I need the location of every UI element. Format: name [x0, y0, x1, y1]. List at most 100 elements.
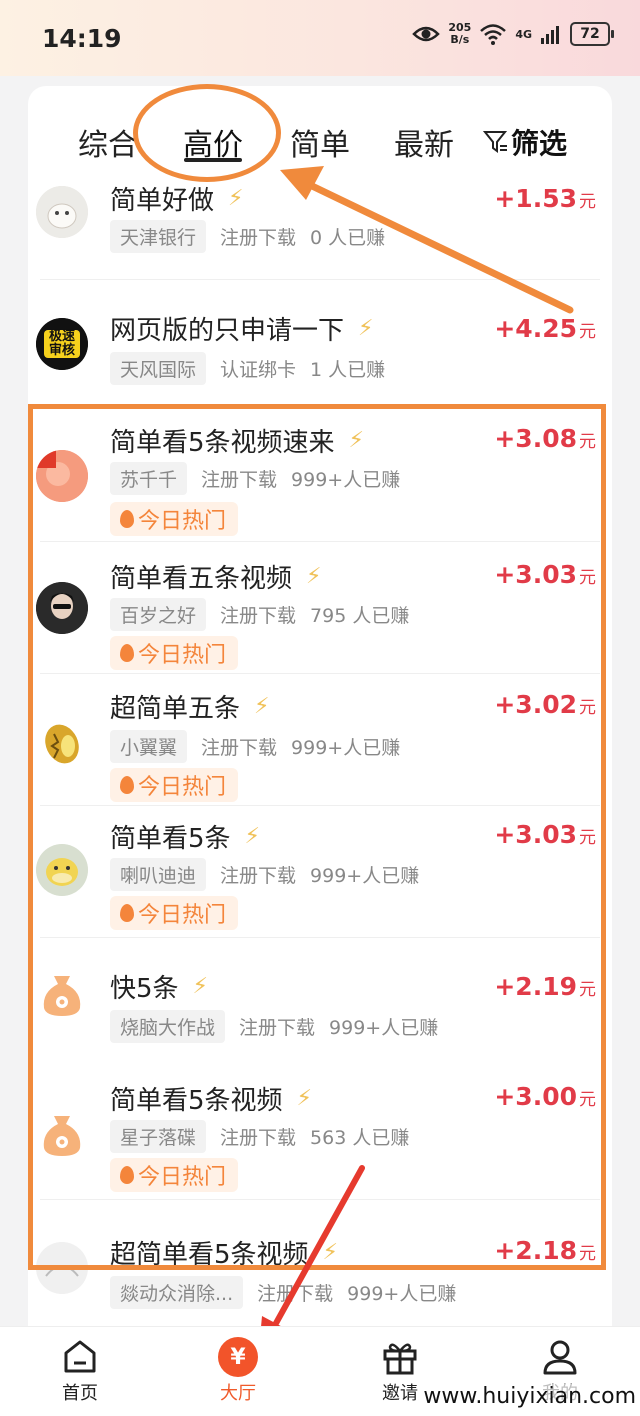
- money-bag-icon: [36, 968, 88, 1020]
- earned-count: 999+人已赚: [291, 737, 401, 759]
- hot-badge: 今日热门: [110, 502, 239, 536]
- tab-bar: 综合 高价 简单 最新 筛选: [28, 86, 612, 176]
- filter-icon: [483, 131, 508, 153]
- sponsor-tag: 星子落碟: [110, 1120, 207, 1153]
- task-price: +4.25 元: [494, 314, 596, 343]
- lightning-icon: ⚡: [228, 186, 244, 211]
- task-item[interactable]: 简单看5条 ⚡ +3.03 元 喇叭迪迪 注册下载 999+人已赚 今日热门: [28, 806, 612, 938]
- task-type: 注册下载: [220, 1127, 297, 1149]
- task-title: 简单看五条视频: [110, 564, 293, 594]
- sponsor-tag: 百岁之好: [110, 598, 207, 631]
- lightning-icon: ⚡: [306, 564, 322, 589]
- sponsor-tag: 烧脑大作战: [110, 1010, 226, 1043]
- earned-count: 1 人已赚: [310, 359, 386, 381]
- status-time: 14:19: [42, 24, 122, 53]
- earned-count: 563 人已赚: [310, 1127, 410, 1149]
- battery-icon: 72: [570, 22, 614, 46]
- nav-hall-label: 大厅: [220, 1383, 256, 1404]
- task-item[interactable]: 极速审核 网页版的只申请一下 ⚡ +4.25 元 天风国际 认证绑卡 1 人已赚: [28, 280, 612, 402]
- avatar: [36, 716, 88, 768]
- task-title: 简单好做: [110, 186, 215, 216]
- task-price: +3.00 元: [494, 1082, 596, 1111]
- active-tab-indicator: [184, 158, 242, 162]
- avatar: [36, 844, 88, 896]
- nav-hall[interactable]: ¥ 大厅: [198, 1337, 278, 1405]
- task-title: 网页版的只申请一下: [110, 316, 345, 346]
- task-item[interactable]: 快5条 ⚡ +2.19 元 烧脑大作战 注册下载 999+人已赚: [28, 938, 612, 1048]
- flame-icon: [120, 510, 134, 528]
- lightning-icon: ⚡: [348, 428, 364, 453]
- tab-comprehensive[interactable]: 综合: [78, 120, 138, 164]
- task-panel: 综合 高价 简单 最新 筛选 简单好做 ⚡ +1.53元 天津银行 注册下载: [28, 86, 612, 1326]
- signal-icon: [541, 26, 559, 44]
- lightning-icon: ⚡: [192, 974, 208, 999]
- home-icon: [64, 1340, 96, 1373]
- flame-icon: [120, 644, 134, 662]
- filter-button[interactable]: 筛选: [483, 122, 567, 162]
- task-title: 快5条: [110, 974, 179, 1004]
- flame-icon: [120, 904, 134, 922]
- task-type: 注册下载: [220, 865, 297, 887]
- yuan-icon: ¥: [218, 1337, 258, 1377]
- gift-icon: [383, 1343, 417, 1375]
- lightning-icon: ⚡: [358, 316, 374, 341]
- status-icons: 205 B/s 4G 72: [412, 21, 614, 46]
- nav-invite-label: 邀请: [382, 1383, 418, 1404]
- sponsor-tag: 燚动众消除...: [110, 1276, 244, 1309]
- net-speed: 205 B/s: [448, 21, 472, 46]
- lightning-icon: ⚡: [322, 1240, 338, 1265]
- watermark: www.huiyixian.com: [423, 1384, 636, 1409]
- hot-badge: 今日热门: [110, 768, 239, 802]
- tab-latest[interactable]: 最新: [394, 120, 454, 164]
- sponsor-tag: 天津银行: [110, 220, 207, 253]
- lightning-icon: ⚡: [244, 824, 260, 849]
- task-type: 认证绑卡: [220, 359, 297, 381]
- task-item[interactable]: 简单看5条视频速来 ⚡ +3.08 元 苏千千 注册下载 999+人已赚 今日热门: [28, 416, 612, 542]
- filter-label: 筛选: [511, 127, 568, 160]
- eye-icon: [412, 26, 441, 42]
- task-price: +3.03 元: [494, 560, 596, 589]
- task-price: +2.18 元: [494, 1236, 596, 1265]
- task-price: +3.03 元: [494, 820, 596, 849]
- task-title: 简单看5条: [110, 824, 231, 854]
- task-title: 简单看5条视频速来: [110, 428, 335, 458]
- sponsor-tag: 小翼翼: [110, 730, 188, 763]
- avatar: [36, 450, 88, 502]
- hot-badge: 今日热门: [110, 1158, 239, 1192]
- wifi-icon: [480, 24, 507, 45]
- task-price: +1.53 元: [494, 184, 596, 213]
- tab-simple[interactable]: 简单: [290, 120, 350, 164]
- task-item[interactable]: 超简单五条 ⚡ +3.02 元 小翼翼 注册下载 999+人已赚 今日热门: [28, 674, 612, 806]
- task-item[interactable]: 超简单看5条视频 ⚡ +2.18 元 燚动众消除... 注册下载 999+人已赚: [28, 1218, 612, 1326]
- task-type: 注册下载: [257, 1283, 334, 1305]
- task-type: 注册下载: [201, 737, 278, 759]
- earned-count: 999+人已赚: [329, 1017, 439, 1039]
- nav-home[interactable]: 首页: [40, 1337, 120, 1405]
- task-item[interactable]: 简单看5条视频 ⚡ +3.00 元 星子落碟 注册下载 563 人已赚 今日热门: [28, 1068, 612, 1200]
- lightning-icon: ⚡: [254, 694, 270, 719]
- task-type: 注册下载: [220, 605, 297, 627]
- task-item[interactable]: 简单看五条视频 ⚡ +3.03 元 百岁之好 注册下载 795 人已赚 今日热门: [28, 542, 612, 674]
- money-bag-icon: [36, 1108, 88, 1160]
- task-title: 超简单看5条视频: [110, 1240, 309, 1270]
- hot-badge: 今日热门: [110, 636, 239, 670]
- avatar: [36, 186, 88, 238]
- earned-count: 795 人已赚: [310, 605, 410, 627]
- task-price: +3.02 元: [494, 690, 596, 719]
- task-price: +2.19 元: [494, 972, 596, 1001]
- status-bar: 14:19 205 B/s 4G 72: [0, 0, 640, 76]
- task-title: 超简单五条: [110, 694, 241, 724]
- task-type: 注册下载: [220, 227, 297, 249]
- sponsor-tag: 喇叭迪迪: [110, 858, 207, 891]
- user-icon: [543, 1340, 577, 1375]
- avatar: 极速审核: [36, 318, 88, 370]
- hot-badge: 今日热门: [110, 896, 239, 930]
- sponsor-tag: 天风国际: [110, 352, 207, 385]
- lightning-icon: ⚡: [296, 1086, 312, 1111]
- earned-count: 999+人已赚: [291, 469, 401, 491]
- task-title: 简单看5条视频: [110, 1086, 283, 1116]
- task-price: +3.08 元: [494, 424, 596, 453]
- task-item[interactable]: 简单好做 ⚡ +1.53 元 天津银行 注册下载 0 人已赚: [28, 176, 612, 280]
- network-type: 4G: [515, 27, 532, 41]
- task-type: 注册下载: [239, 1017, 316, 1039]
